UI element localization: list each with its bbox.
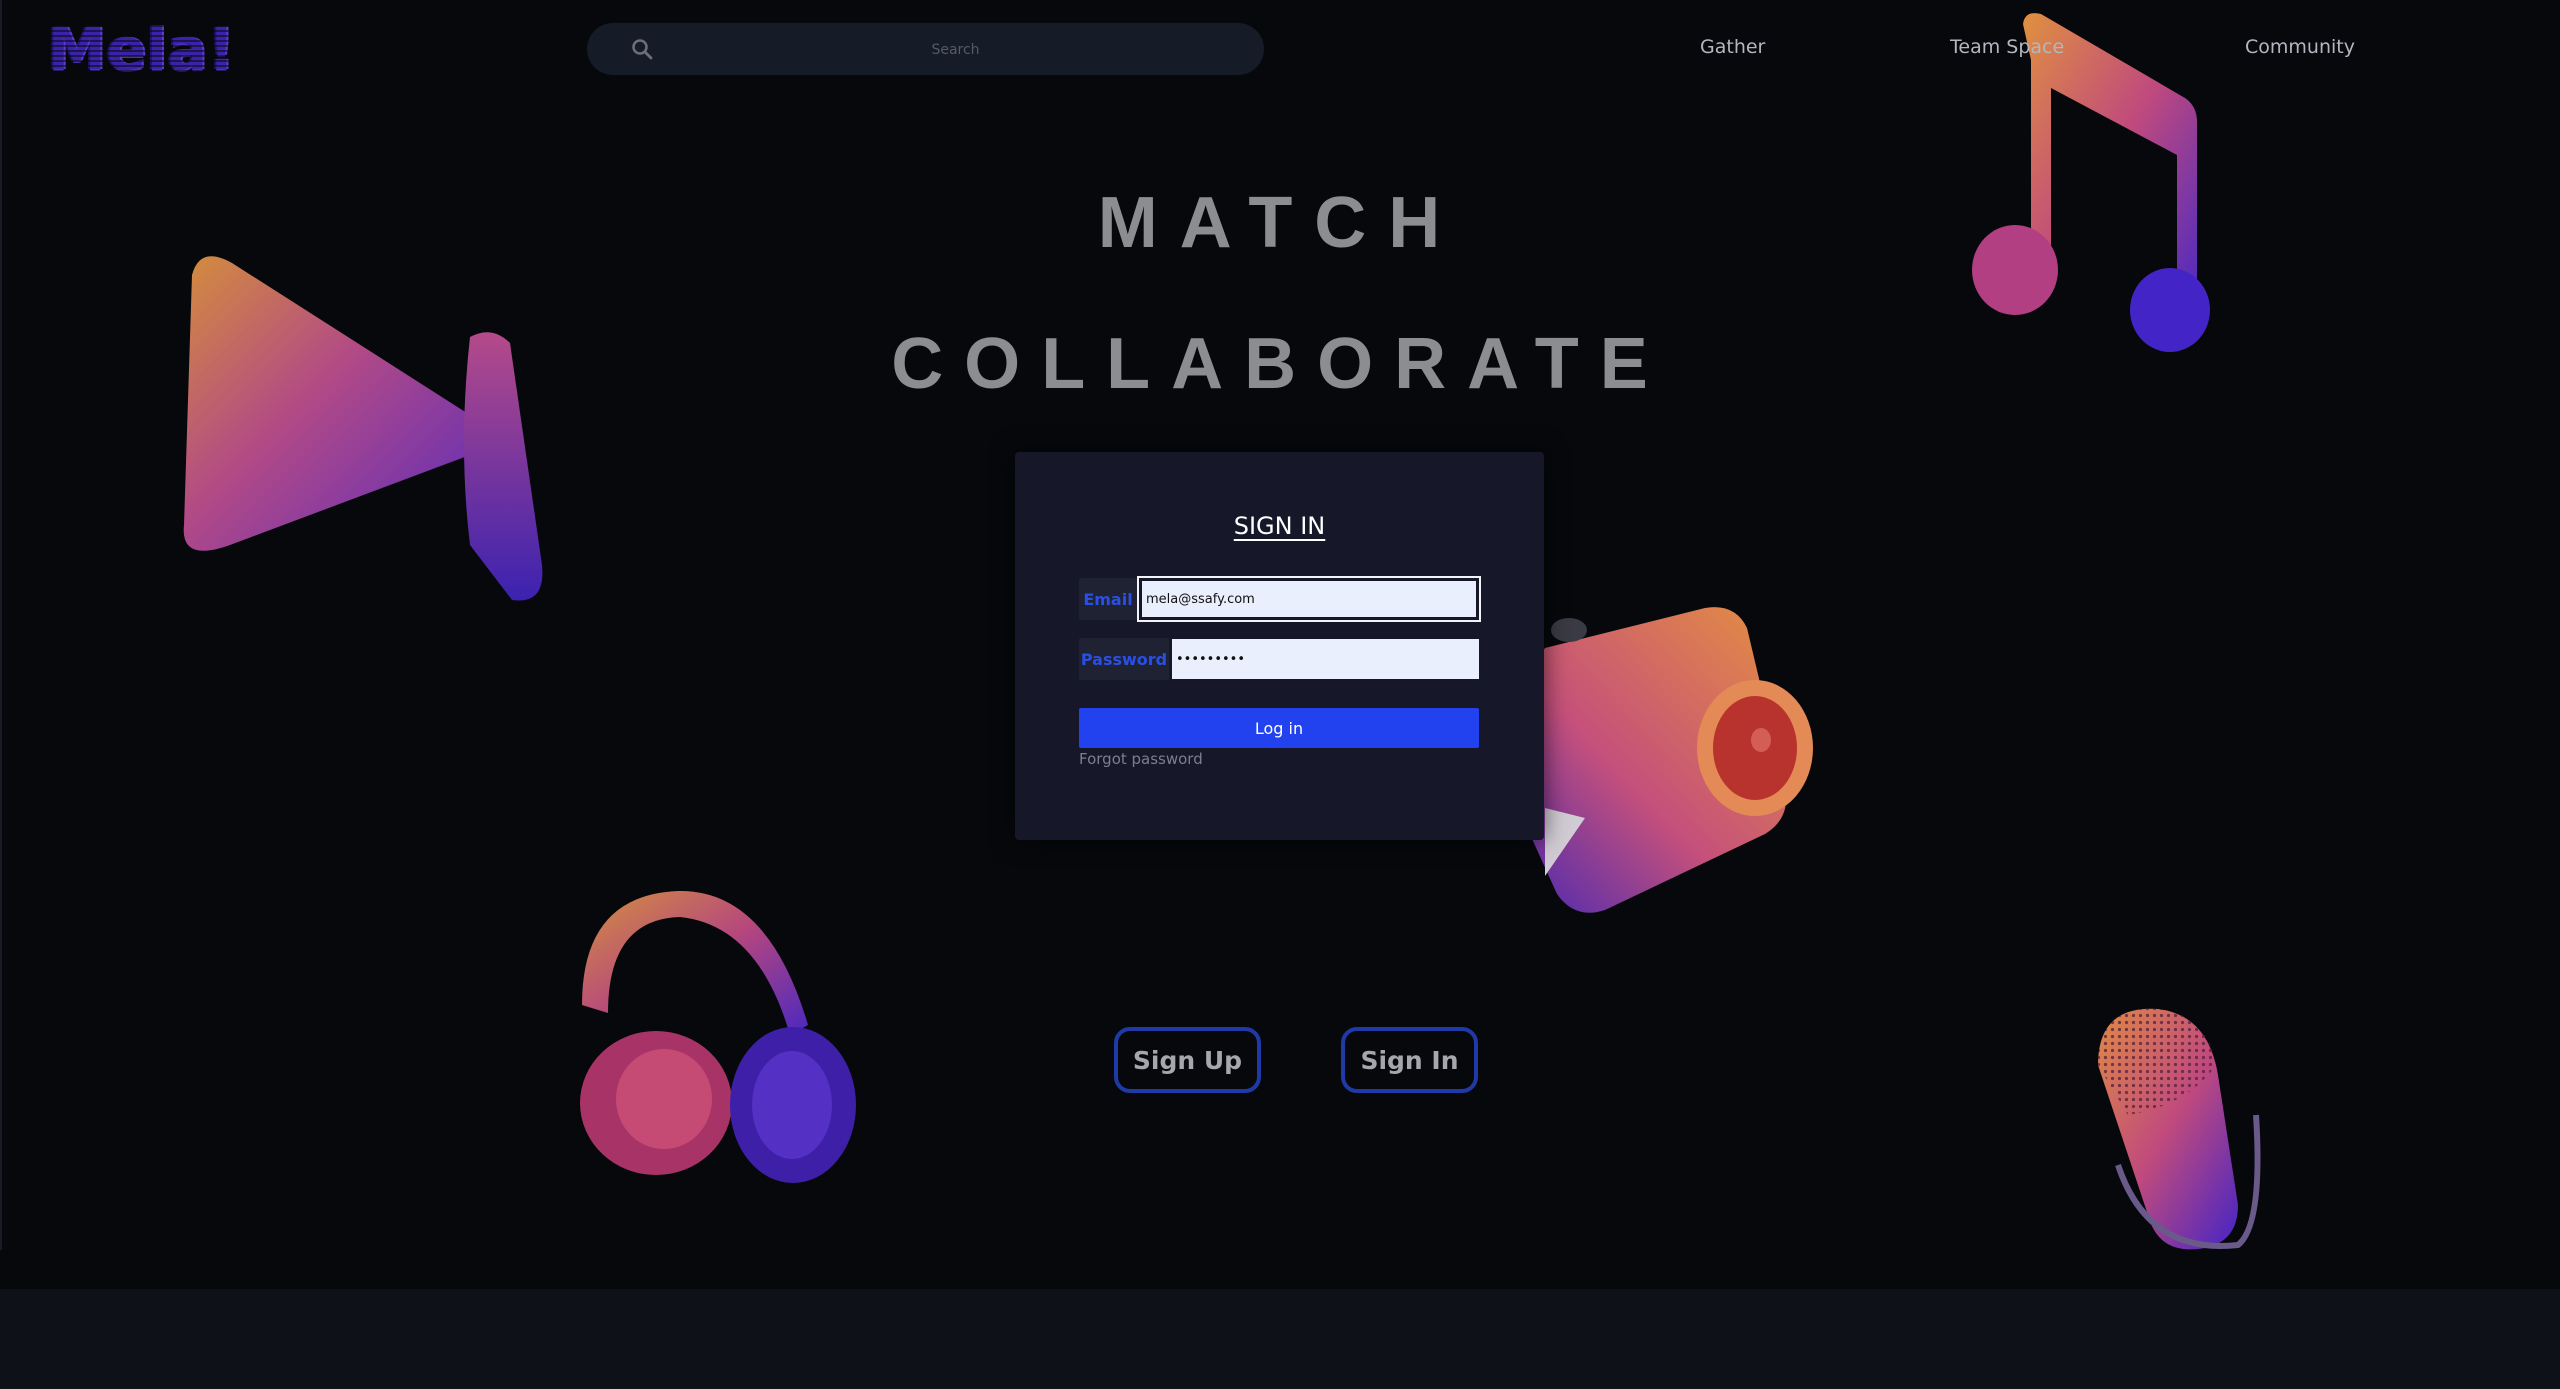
nav-team-space[interactable]: Team Space (1950, 36, 2064, 58)
sign-in-button[interactable]: Sign In (1341, 1027, 1478, 1093)
nav-community[interactable]: Community (2245, 36, 2355, 58)
search-input[interactable] (667, 31, 1244, 69)
email-field[interactable] (1139, 578, 1479, 620)
password-field[interactable] (1172, 639, 1479, 679)
email-label: Email (1079, 578, 1137, 620)
sign-up-button[interactable]: Sign Up (1114, 1027, 1261, 1093)
forgot-password-link[interactable]: Forgot password (1079, 750, 1203, 768)
search-bar[interactable] (587, 23, 1264, 75)
headphones-3d-icon (580, 890, 856, 1183)
footer (0, 1289, 2560, 1389)
headline-collaborate: COLLABORATE (891, 324, 1669, 404)
signin-panel: SIGN IN Email Password Log in Forgot pas… (1015, 452, 1544, 840)
headline-match: MATCH (1097, 183, 1463, 263)
password-label: Password (1079, 638, 1169, 680)
nav-gather[interactable]: Gather (1700, 36, 1765, 58)
search-icon (632, 39, 653, 60)
play-3d-icon (183, 256, 543, 601)
microphone-3d-icon (2098, 1008, 2261, 1250)
logo[interactable]: Mela! (48, 15, 236, 83)
signin-title: SIGN IN (1233, 512, 1326, 540)
login-button[interactable]: Log in (1079, 708, 1479, 748)
